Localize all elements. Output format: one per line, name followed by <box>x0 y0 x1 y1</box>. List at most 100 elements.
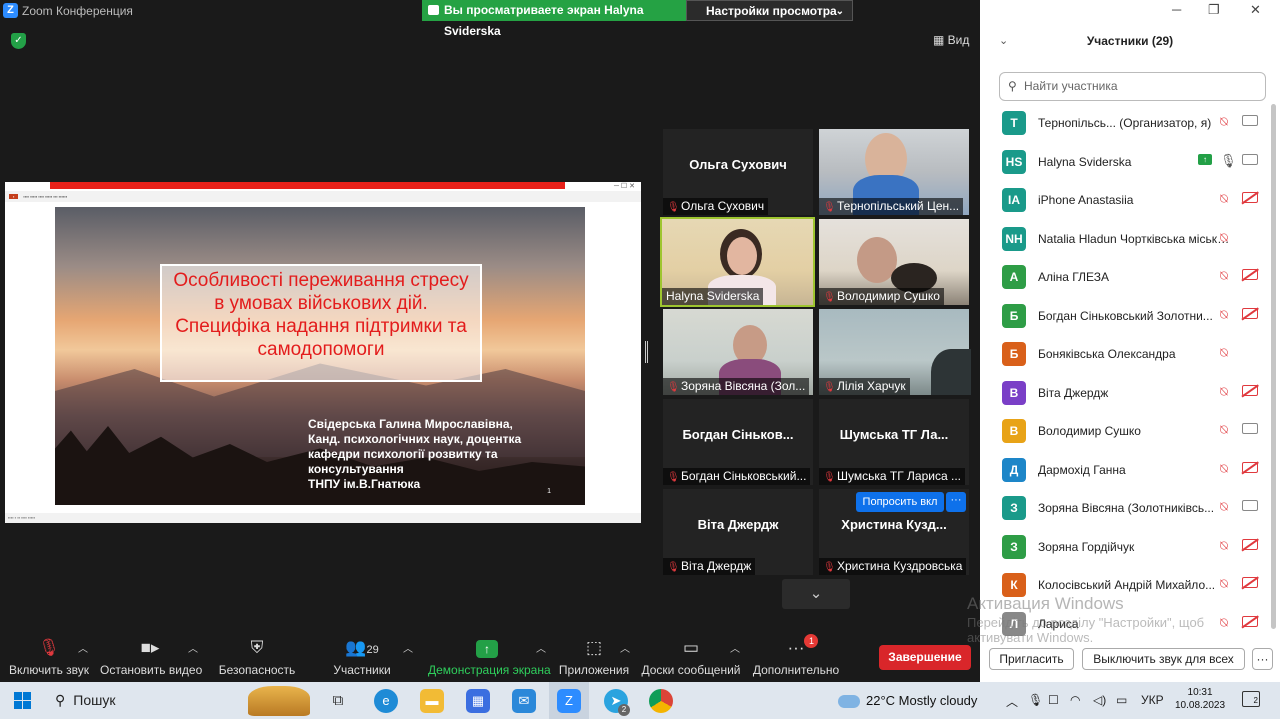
video-options-caret-icon[interactable]: ︿ <box>188 640 198 655</box>
task-view-icon[interactable]: ⧉ <box>326 689 350 713</box>
mic-muted-icon[interactable]: ⍉ <box>1220 307 1228 323</box>
video-tile[interactable]: Богдан Сіньков... 🎙Богдан Сіньковський..… <box>663 399 813 485</box>
video-tile[interactable]: Ольга Сухович 🎙Ольга Сухович <box>663 129 813 215</box>
windows-start-icon[interactable] <box>14 692 31 709</box>
mic-on-icon[interactable]: 🎙 <box>1220 153 1237 169</box>
zoom-taskbar-icon[interactable]: Z <box>557 689 581 713</box>
participants-button[interactable]: 👥29 Участники <box>328 638 396 677</box>
mic-muted-icon[interactable]: ⍉ <box>1220 114 1228 130</box>
mic-muted-icon[interactable]: ⍉ <box>1220 230 1228 246</box>
audio-options-caret-icon[interactable]: ︿ <box>78 640 88 655</box>
view-button[interactable]: ▦ Вид <box>933 33 969 47</box>
ask-to-unmute-button[interactable]: Попросить вкл <box>856 492 944 512</box>
chrome-icon[interactable] <box>649 689 673 713</box>
tray-network-icon[interactable]: ☐ <box>1048 693 1059 707</box>
tray-battery-icon[interactable]: ▭ <box>1116 693 1127 707</box>
participants-scrollbar[interactable] <box>1271 104 1276 629</box>
whiteboards-button[interactable]: ▭ Доски сообщений <box>640 638 742 677</box>
avatar: Д <box>1002 457 1026 482</box>
participant-row[interactable]: NH Natalia Hladun Чортківська міська ... ⍉ <box>980 226 1270 265</box>
video-tile[interactable]: Віта Джердж 🎙Віта Джердж <box>663 489 813 575</box>
notification-center-icon[interactable]: 2 <box>1242 691 1260 707</box>
mic-muted-icon[interactable]: ⍉ <box>1220 422 1228 438</box>
participant-row[interactable]: Д Дармохід Ганна ⍉ <box>980 457 1270 496</box>
participant-row[interactable]: Б Богдан Сіньковський Золотни... ⍉ <box>980 303 1270 342</box>
mic-muted-icon[interactable]: ⍉ <box>1220 499 1228 515</box>
author-line: ТНПУ ім.В.Гнатюка <box>308 477 421 491</box>
participant-name: Тернопільсь... (Организатор, я) <box>1038 116 1212 130</box>
minimize-icon[interactable]: ─ <box>1172 2 1181 17</box>
video-on-icon[interactable] <box>1242 500 1258 511</box>
view-settings-dropdown[interactable]: Настройки просмотра ⌄ <box>686 0 853 21</box>
participant-row[interactable]: В Володимир Сушко ⍉ <box>980 419 1270 457</box>
tray-chevron-up-icon[interactable]: ︿ <box>1006 693 1018 710</box>
participant-row[interactable]: А Аліна ГЛЕЗА ⍉ <box>980 265 1270 303</box>
mic-muted-icon[interactable]: ⍉ <box>1220 538 1228 554</box>
encryption-shield-icon[interactable]: ✓ <box>11 33 26 49</box>
edge-browser-icon[interactable]: e <box>374 689 398 713</box>
participant-search-input[interactable]: ⚲ Найти участника <box>999 72 1266 101</box>
close-icon[interactable]: ✕ <box>1250 2 1261 18</box>
participant-row[interactable]: T Тернопільсь... (Организатор, я) ⍉ <box>980 111 1270 149</box>
video-tile[interactable]: 🎙Лілія Харчук <box>819 309 971 395</box>
video-off-icon[interactable] <box>1242 269 1258 280</box>
file-explorer-icon[interactable]: ▬ <box>420 689 444 713</box>
video-off-icon[interactable] <box>1242 615 1258 627</box>
participants-caret-icon[interactable]: ︿ <box>403 640 413 655</box>
video-on-icon[interactable] <box>1242 153 1258 165</box>
video-off-icon[interactable] <box>1242 538 1258 550</box>
video-tile[interactable]: Шумська ТГ Ла... 🎙Шумська ТГ Лариса ... <box>819 399 969 485</box>
splitter-handle[interactable] <box>645 341 648 363</box>
participant-row[interactable]: Б Боняківська Олександра ⍉ <box>980 342 1270 380</box>
participant-row[interactable]: HS Halyna Sviderska ↑ 🎙 <box>980 149 1270 188</box>
presentation-slide: Особливості переживання стресу в умовах … <box>55 207 585 505</box>
video-off-icon[interactable] <box>1242 577 1258 588</box>
video-off-icon[interactable] <box>1242 192 1258 203</box>
maximize-icon[interactable]: ❐ <box>1208 2 1220 18</box>
video-on-icon[interactable] <box>1242 115 1258 126</box>
gallery-next-page-button[interactable]: ⌄ <box>782 579 850 609</box>
mic-muted-icon[interactable]: ⍉ <box>1220 615 1228 631</box>
avatar: З <box>1002 534 1026 559</box>
participant-row[interactable]: В Віта Джердж ⍉ <box>980 380 1270 419</box>
participant-row[interactable]: З Зоряна Гордійчук ⍉ <box>980 534 1270 573</box>
video-tile[interactable]: 🎙Володимир Сушко <box>819 219 969 305</box>
microsoft-store-icon[interactable]: ▦ <box>466 689 490 713</box>
participant-row[interactable]: IA iPhone Anastasiia ⍉ <box>980 188 1270 226</box>
video-on-icon[interactable] <box>1242 423 1258 434</box>
mic-muted-icon[interactable]: ⍉ <box>1220 384 1228 400</box>
tray-volume-icon[interactable]: ◁) <box>1093 693 1106 707</box>
security-button[interactable]: ⛨ Безопасность <box>218 638 296 677</box>
video-off-icon[interactable] <box>1242 307 1258 319</box>
invite-button[interactable]: Пригласить <box>989 648 1074 670</box>
weather-widget[interactable]: 22°C Mostly cloudy <box>838 693 977 709</box>
share-screen-button[interactable]: ↑ Демонстрация экрана <box>428 638 551 677</box>
mic-muted-icon[interactable]: ⍉ <box>1220 576 1228 592</box>
panel-more-button[interactable]: ··· <box>1252 648 1273 670</box>
mic-muted-icon[interactable]: ⍉ <box>1220 191 1228 207</box>
stop-video-button[interactable]: ■▸ Остановить видео <box>100 638 202 677</box>
tray-mic-icon[interactable]: 🎙 <box>1028 693 1043 707</box>
taskbar-clock[interactable]: 10:31 10.08.2023 <box>1175 686 1225 712</box>
mic-muted-icon[interactable]: ⍉ <box>1220 461 1228 477</box>
video-off-icon[interactable] <box>1242 461 1258 473</box>
tile-more-button[interactable]: ··· <box>946 492 966 512</box>
mute-all-button[interactable]: Выключить звук для всех <box>1082 648 1245 670</box>
participant-row[interactable]: З Зоряна Вівсяна (Золотниківсь... ⍉ <box>980 496 1270 534</box>
video-tile[interactable]: 🎙Зоряна Вівсяна (Зол... <box>663 309 813 395</box>
more-button[interactable]: ··· 1 Дополнительно <box>752 634 840 677</box>
video-tile[interactable]: 🎙Тернопільський Цен... <box>819 129 969 215</box>
whiteboards-caret-icon[interactable]: ︿ <box>730 640 740 655</box>
taskbar-search[interactable]: ⚲ Пошук <box>55 692 115 709</box>
mic-muted-icon[interactable]: ⍉ <box>1220 345 1228 361</box>
video-tile-active-speaker[interactable]: Halyna Sviderska <box>660 217 815 307</box>
mic-muted-icon[interactable]: ⍉ <box>1220 268 1228 284</box>
tray-wifi-icon[interactable]: ◠ <box>1070 693 1080 707</box>
video-off-icon[interactable] <box>1242 384 1258 396</box>
share-options-caret-icon[interactable]: ︿ <box>536 640 546 655</box>
mail-icon[interactable]: ✉ <box>512 689 536 713</box>
apps-caret-icon[interactable]: ︿ <box>620 640 630 655</box>
keyboard-language[interactable]: УКР <box>1141 693 1164 707</box>
mic-muted-icon: 🎙 <box>667 202 680 213</box>
end-meeting-button[interactable]: Завершение <box>879 645 971 670</box>
